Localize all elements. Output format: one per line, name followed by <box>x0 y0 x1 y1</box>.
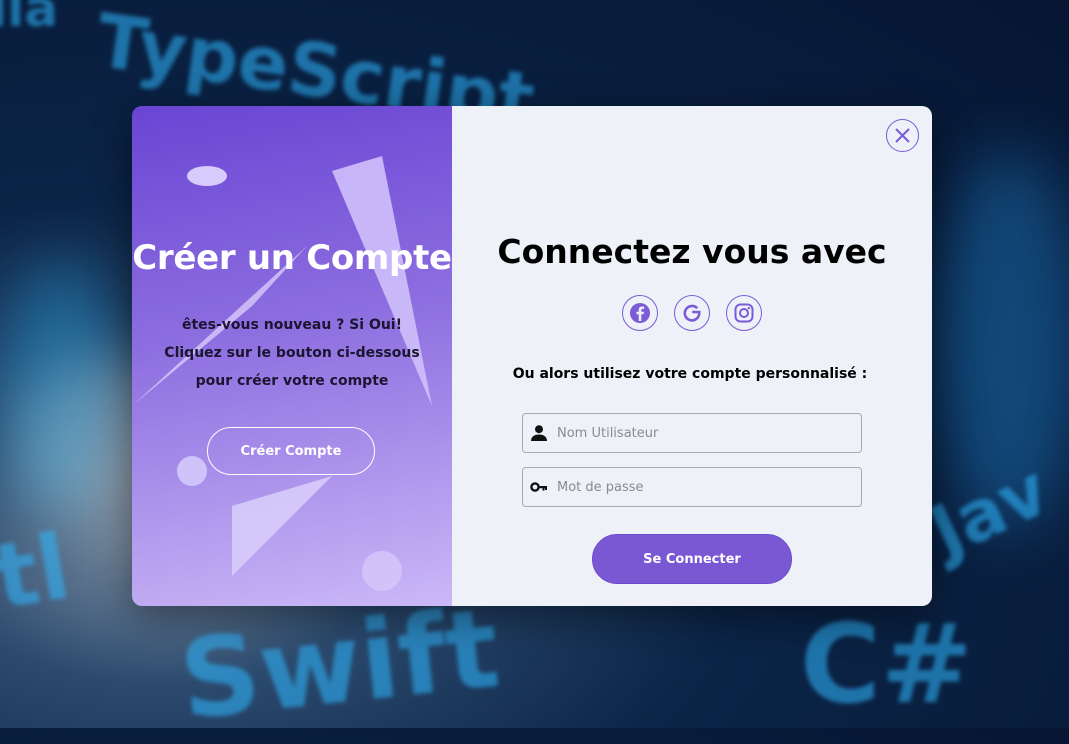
background-code-word: C# <box>800 600 973 728</box>
close-icon <box>895 128 910 143</box>
instagram-login-button[interactable] <box>726 295 762 331</box>
signup-title: Créer un Compte <box>132 238 452 278</box>
instagram-icon <box>734 303 754 323</box>
decorative-circle <box>362 551 402 591</box>
login-panel: Connectez vous avec Ou alors utilisez vo… <box>452 106 932 606</box>
user-icon <box>523 414 555 452</box>
decorative-ellipse <box>187 166 227 186</box>
alternative-login-text: Ou alors utilisez votre compte personnal… <box>512 366 868 382</box>
login-title: Connectez vous avec <box>497 232 887 271</box>
signup-panel: Créer un Compte êtes-vous nouveau ? Si O… <box>132 106 452 606</box>
background-glow <box>0 260 120 520</box>
create-account-button[interactable]: Créer Compte <box>207 427 375 475</box>
username-field <box>522 413 862 453</box>
close-button[interactable] <box>886 119 919 152</box>
background-code-word: tl <box>0 514 78 631</box>
background-code-word: Swift <box>174 583 505 744</box>
facebook-icon <box>630 303 650 323</box>
auth-modal: Créer un Compte êtes-vous nouveau ? Si O… <box>132 106 932 606</box>
social-login-group <box>452 295 932 331</box>
google-login-button[interactable] <box>674 295 710 331</box>
decorative-triangle <box>232 476 332 576</box>
username-input[interactable] <box>555 414 861 452</box>
facebook-login-button[interactable] <box>622 295 658 331</box>
decorative-circle <box>177 456 207 486</box>
password-input[interactable] <box>555 468 861 506</box>
login-button[interactable]: Se Connecter <box>592 534 792 584</box>
signup-description: êtes-vous nouveau ? Si Oui! Cliquez sur … <box>164 317 420 389</box>
key-icon <box>523 468 555 506</box>
background-code-word: lla <box>0 0 59 38</box>
google-icon <box>683 304 701 322</box>
password-field <box>522 467 862 507</box>
